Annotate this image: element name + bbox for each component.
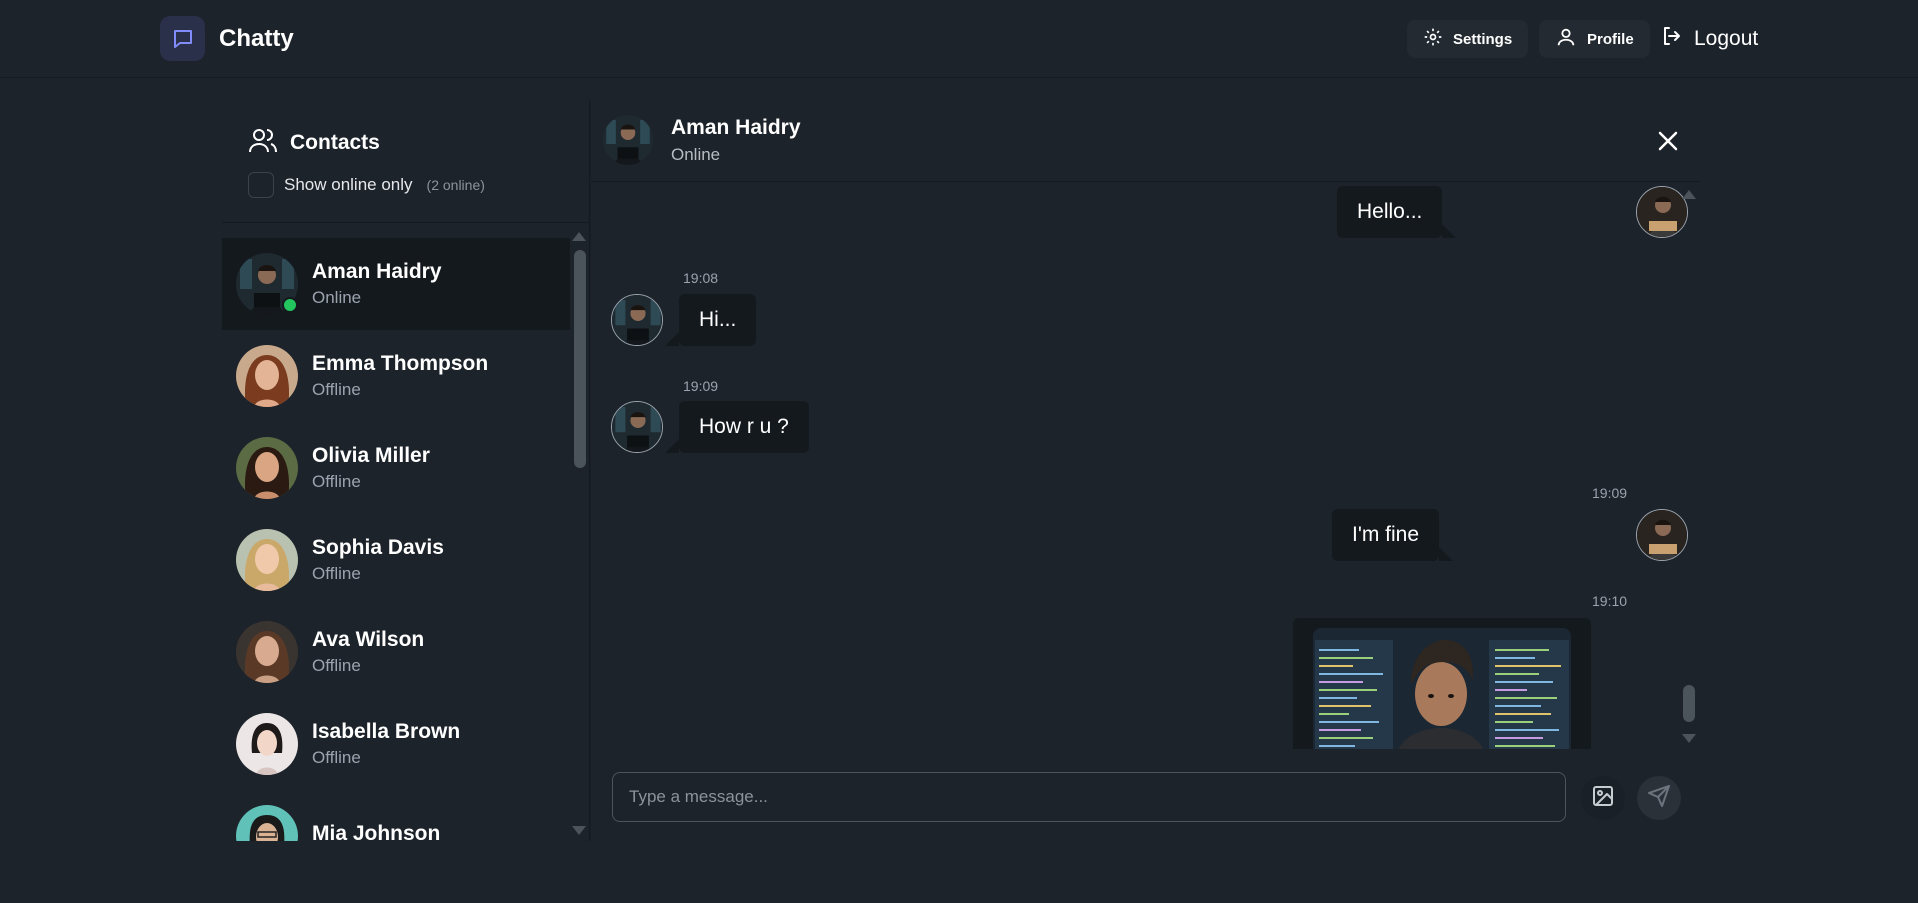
contact-status: Offline <box>312 472 361 491</box>
avatar <box>236 345 298 407</box>
chat-partner-name: Aman Haidry <box>671 116 801 139</box>
online-status-dot <box>282 297 298 313</box>
contact-item-mia-johnson[interactable]: Mia Johnson <box>222 790 570 841</box>
avatar <box>611 401 663 453</box>
online-count: (2 online) <box>426 177 485 193</box>
logout-icon <box>1660 24 1684 54</box>
message-bubble: I'm fine <box>1332 509 1454 561</box>
avatar <box>236 529 298 591</box>
contact-name: Ava Wilson <box>312 628 425 651</box>
avatar <box>236 437 298 499</box>
contact-name: Aman Haidry <box>312 260 442 283</box>
app-name: Chatty <box>219 24 294 52</box>
contacts-title: Contacts <box>290 131 380 154</box>
contacts-scrollbar-thumb[interactable] <box>574 250 586 468</box>
avatar <box>236 713 298 775</box>
contact-status: Offline <box>312 748 361 767</box>
users-icon <box>248 126 278 160</box>
contact-status: Offline <box>312 564 361 583</box>
avatar <box>1636 509 1688 561</box>
contact-name: Emma Thompson <box>312 352 489 375</box>
sidebar-header: Contacts Show online only (2 online) <box>222 100 590 223</box>
online-only-checkbox[interactable] <box>248 172 274 198</box>
message-time: 19:09 <box>1592 485 1628 501</box>
message-time: 19:09 <box>683 378 719 394</box>
scroll-down-arrow[interactable] <box>572 826 586 835</box>
message-bubble: Hello... <box>1337 186 1457 238</box>
messages-scrollbar-thumb[interactable] <box>1683 685 1695 722</box>
chat-bubble-icon <box>160 16 205 61</box>
avatar <box>236 805 298 841</box>
scroll-up-arrow[interactable] <box>1682 190 1696 199</box>
contact-name: Olivia Miller <box>312 444 430 467</box>
online-filter: Show online only (2 online) <box>248 172 485 198</box>
image-message[interactable] <box>1293 618 1591 749</box>
avatar <box>1636 186 1688 238</box>
avatar <box>236 621 298 683</box>
image-icon <box>1591 784 1615 813</box>
contact-status: Offline <box>312 380 361 399</box>
contact-item-isabella-brown[interactable]: Isabella Brown Offline <box>222 698 570 790</box>
close-icon[interactable] <box>1653 126 1683 156</box>
contact-item-emma-thompson[interactable]: Emma Thompson Offline <box>222 330 570 422</box>
contact-item-aman-haidry[interactable]: Aman Haidry Online <box>222 238 570 330</box>
send-icon <box>1647 784 1671 813</box>
message-time: 19:08 <box>683 270 719 286</box>
top-navbar: Chatty Settings Profile Logout <box>0 0 1918 78</box>
logout-button[interactable]: Logout <box>1660 20 1758 58</box>
contact-item-sophia-davis[interactable]: Sophia Davis Offline <box>222 514 570 606</box>
attached-image[interactable] <box>1313 628 1571 749</box>
logout-label: Logout <box>1694 27 1759 50</box>
chat-partner-avatar <box>603 115 653 165</box>
settings-label: Settings <box>1453 30 1513 48</box>
contact-status: Online <box>312 288 362 307</box>
image-upload-button[interactable] <box>1581 776 1625 820</box>
contacts-sidebar: Contacts Show online only (2 online) Ama… <box>222 100 590 841</box>
message-bubble: How r u ? <box>665 401 809 453</box>
contacts-heading: Contacts <box>248 126 380 160</box>
chat-container: Contacts Show online only (2 online) Ama… <box>222 100 1700 841</box>
settings-button[interactable]: Settings <box>1407 20 1529 58</box>
brand[interactable]: Chatty <box>160 16 294 61</box>
contact-name: Sophia Davis <box>312 536 444 559</box>
profile-label: Profile <box>1587 30 1634 48</box>
contact-list: Aman Haidry Online Emma Thompson Offline… <box>222 238 570 841</box>
online-only-label[interactable]: Show online only <box>284 175 413 195</box>
message-list: Hello... 19:08 Hi... 19:09 How r u ? 19:… <box>591 182 1700 749</box>
chat-partner-status: Online <box>671 145 721 164</box>
contact-item-ava-wilson[interactable]: Ava Wilson Offline <box>222 606 570 698</box>
chat-panel: Aman Haidry Online Hello... 19:08 Hi... … <box>591 100 1700 841</box>
message-composer <box>591 749 1700 841</box>
scroll-up-arrow[interactable] <box>572 232 586 241</box>
message-time: 19:10 <box>1592 593 1628 609</box>
chat-header: Aman Haidry Online <box>591 100 1700 182</box>
send-button[interactable] <box>1637 776 1681 820</box>
contact-name: Mia Johnson <box>312 822 441 841</box>
contact-name: Isabella Brown <box>312 720 461 743</box>
message-bubble: Hi... <box>664 294 757 346</box>
user-icon <box>1555 26 1577 52</box>
contact-status: Offline <box>312 656 361 675</box>
profile-button[interactable]: Profile <box>1539 20 1650 58</box>
avatar <box>236 253 298 315</box>
scroll-down-arrow[interactable] <box>1682 734 1696 743</box>
avatar <box>611 294 663 346</box>
gear-icon <box>1423 27 1443 51</box>
message-input[interactable] <box>612 772 1566 822</box>
contact-item-olivia-miller[interactable]: Olivia Miller Offline <box>222 422 570 514</box>
